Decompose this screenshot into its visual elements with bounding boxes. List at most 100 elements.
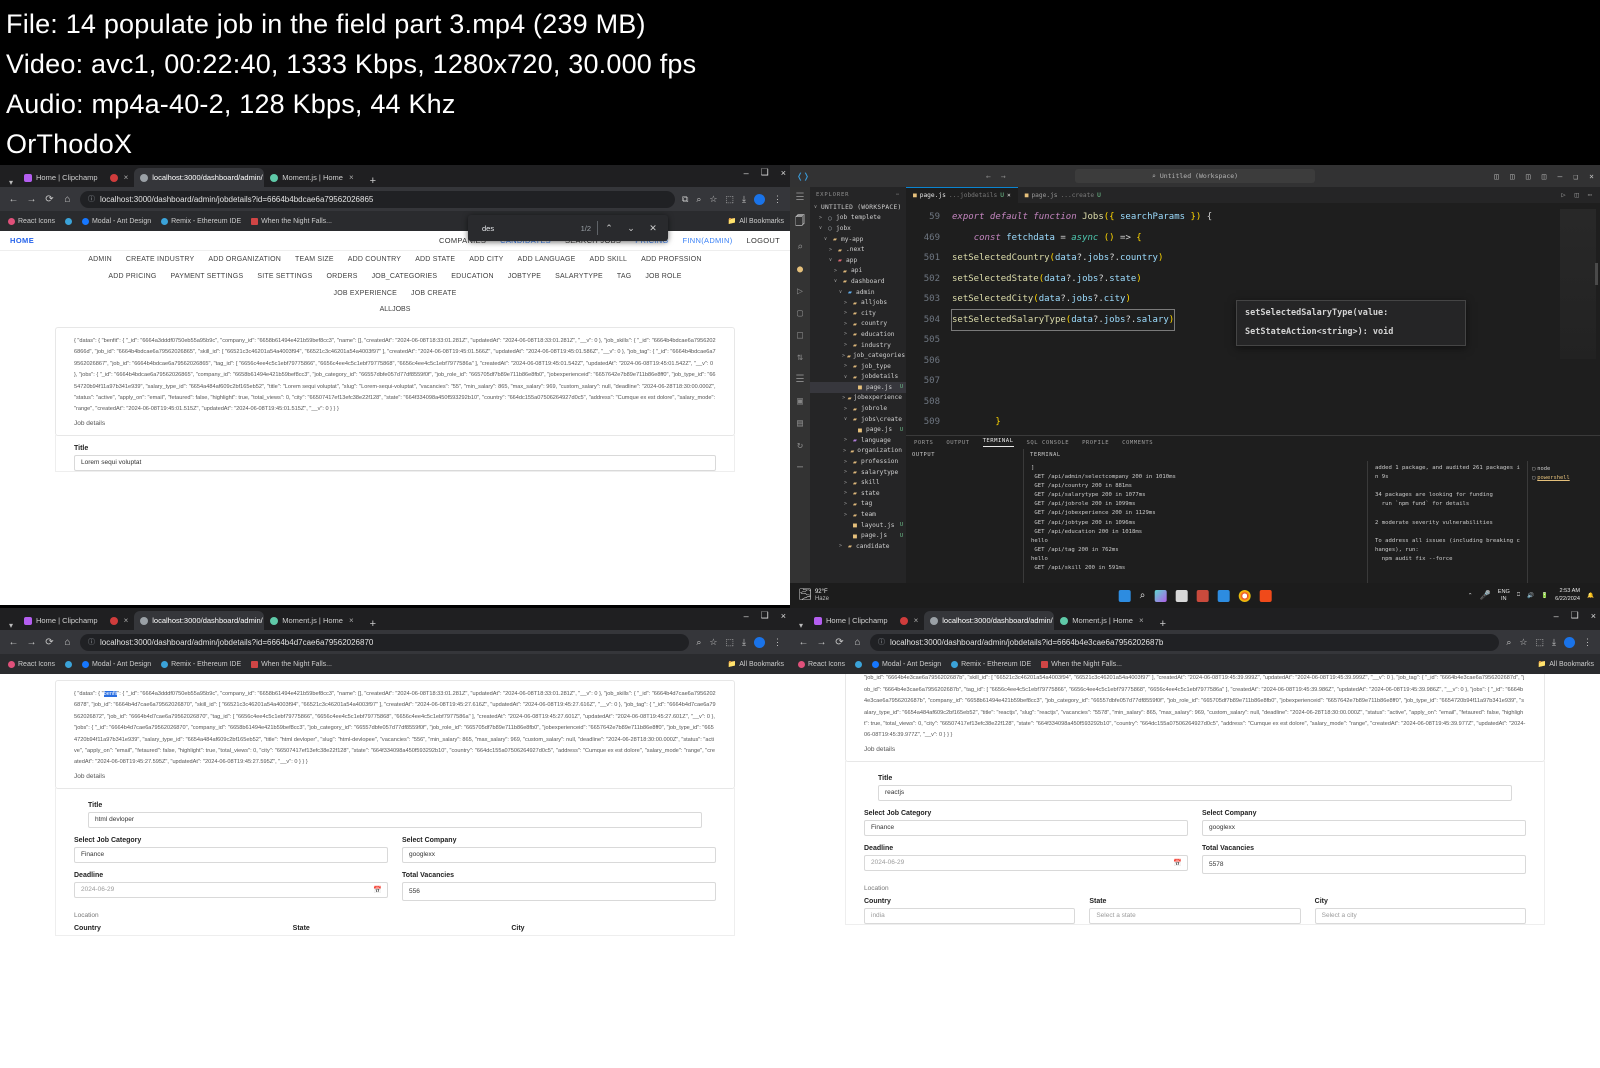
chevron-icon[interactable]: >: [842, 501, 849, 507]
file-tree-item-skill[interactable]: > ▰ skill: [810, 477, 906, 488]
new-tab-button[interactable]: +: [366, 175, 380, 187]
all-bookmarks-button[interactable]: 📁 All Bookmarks: [728, 217, 784, 226]
explorer-panel[interactable]: EXPLORER ⋯ ∨ UNTITLED (WORKSPACE) > ○ job te…: [810, 187, 906, 583]
panel-right-icon[interactable]: ◫: [1526, 172, 1531, 181]
chrome-icon[interactable]: [1238, 589, 1251, 602]
notification-bell-icon[interactable]: 🔔: [1587, 593, 1594, 599]
panel-tab-profile[interactable]: PROFILE: [1082, 440, 1109, 446]
file-tree-item-page-js[interactable]: ■ page.js U: [810, 530, 906, 541]
menu-icon[interactable]: ⋮: [1583, 637, 1592, 648]
file-tree-item-app[interactable]: ∨ ▰ app: [810, 255, 906, 266]
maximize-button[interactable]: ❑: [761, 610, 769, 621]
cast-icon[interactable]: ⬚: [726, 194, 735, 205]
copilot-icon[interactable]: [1154, 589, 1167, 602]
tab-momentjs[interactable]: Moment.js | Home ×: [264, 168, 359, 187]
new-tab-button[interactable]: +: [366, 618, 380, 630]
file-tree-item-untitled-workspace-[interactable]: ∨ UNTITLED (WORKSPACE): [810, 202, 906, 213]
file-tree-item-page-js[interactable]: ■ page.js U: [810, 424, 906, 435]
bookmark-react-icons[interactable]: React Icons: [8, 660, 55, 668]
panel-bottom-icon[interactable]: ◫: [1510, 172, 1515, 181]
file-tree-item-jobrole[interactable]: > ▰ jobrole: [810, 403, 906, 414]
app-top-nav[interactable]: HOME COMPANIES CANDIDATES SEARCH JOBS PR…: [0, 231, 790, 251]
menu-icon[interactable]: ⋮: [773, 194, 782, 205]
admin-nav-item-team-size[interactable]: TEAM SIZE: [295, 256, 334, 263]
download-icon[interactable]: ⤓: [742, 637, 746, 648]
find-next-icon[interactable]: ⌄: [620, 223, 642, 234]
editor-actions[interactable]: ▷ ◫ ⋯: [1561, 191, 1600, 199]
bottom-panel[interactable]: PORTS OUTPUT TERMINAL SQL CONSOLE PROFILE COM…: [906, 435, 1600, 583]
split-editor-icon[interactable]: ◫: [1575, 191, 1579, 199]
admin-nav-item-job-categories[interactable]: JOB_CATEGORIES: [372, 273, 438, 280]
profile-avatar[interactable]: [754, 193, 765, 205]
terminal-pane[interactable]: TERMINAL ] GET /api/admin/selectcompany …: [1024, 449, 1600, 583]
admin-nav-item-add-pricing[interactable]: ADD PRICING: [108, 273, 156, 280]
job-form[interactable]: Title Lorem sequi voluptat: [55, 434, 735, 472]
forward-icon[interactable]: →: [816, 637, 827, 648]
bookmark-modal-ant-design[interactable]: Modal - Ant Design: [871, 660, 941, 668]
windows-taskbar[interactable]: 🌫 92°F Haze ⌕ ⌃ 🎤 ENG IN ⎕ 🔊 🔋 2:53 AM 6…: [790, 583, 1600, 608]
download-icon[interactable]: ⤓: [742, 194, 746, 205]
file-tree-item-my-app[interactable]: ∨ ▰ my-app: [810, 234, 906, 245]
alljobs-link[interactable]: ALLJOBS: [0, 302, 790, 321]
find-prev-icon[interactable]: ⌃: [598, 223, 620, 234]
volume-icon[interactable]: 🔊: [1527, 593, 1534, 599]
close-button[interactable]: ×: [781, 611, 786, 621]
close-icon[interactable]: ×: [1007, 192, 1011, 199]
run-debug-icon[interactable]: ▷: [797, 286, 803, 297]
chevron-icon[interactable]: >: [842, 353, 845, 359]
admin-nav-item-add-skill[interactable]: ADD SKILL: [590, 256, 628, 263]
chevron-icon[interactable]: >: [842, 406, 849, 412]
panel-tab-bar[interactable]: PORTS OUTPUT TERMINAL SQL CONSOLE PROFILE COM…: [906, 436, 1600, 449]
location-row[interactable]: Country State City: [74, 925, 716, 935]
chevron-up-icon[interactable]: ⌃: [1468, 593, 1473, 599]
file-tree-item-job-categories[interactable]: > ▰ job_categories: [810, 350, 906, 361]
terminal-instance-powershell[interactable]: ▢ powershell: [1532, 475, 1596, 481]
zoom-icon[interactable]: ⌕: [696, 194, 701, 205]
omnibox-bar[interactable]: ← → ⟳ ⌂ ⓘ localhost:3000/dashboard/admin…: [0, 630, 790, 654]
tab-bar[interactable]: ▾ Home | Clipchamp × localhost:3000/dash…: [0, 165, 790, 187]
nav-logout[interactable]: LOGOUT: [747, 236, 780, 245]
bookmark-when-the-night-falls[interactable]: When the Night Falls...: [251, 660, 332, 668]
file-tree-item-job-type[interactable]: > ▰ job_type: [810, 361, 906, 372]
close-icon[interactable]: ×: [914, 616, 919, 625]
testing-icon[interactable]: □: [797, 330, 803, 341]
tab-localhost[interactable]: localhost:3000/dashboard/admin/ ×: [924, 611, 1055, 630]
browser-window-top-left[interactable]: ▾ Home | Clipchamp × localhost:3000/dash…: [0, 165, 790, 605]
admin-nav-item-salarytype[interactable]: SALARYTYPE: [555, 273, 603, 280]
close-icon[interactable]: ×: [124, 616, 129, 625]
code-line-502[interactable]: 502 setSelectedState(data?.jobs?.state): [906, 269, 1600, 290]
vscode-window[interactable]: ❬❭ ← → ⌕ Untitled (Workspace) ◫ ◫ ◫ ◫ – ❑…: [790, 165, 1600, 583]
tab-search-icon[interactable]: ▾: [4, 178, 18, 187]
forward-icon[interactable]: →: [26, 637, 37, 648]
bookmarks-bar[interactable]: React Icons Modal - Ant Design Remix - E…: [0, 654, 790, 674]
tab-bar[interactable]: ▾ Home | Clipchamp × localhost:3000/dash…: [790, 608, 1600, 630]
tab-momentjs[interactable]: Moment.js | Home ×: [264, 611, 359, 630]
close-button[interactable]: ×: [781, 168, 786, 178]
chevron-icon[interactable]: >: [842, 448, 847, 454]
calendar-icon[interactable]: 📅: [373, 886, 382, 894]
find-input[interactable]: des: [472, 224, 581, 233]
deadline-vacancies-row[interactable]: Deadline 2024-06-29 📅 Total Vacancies 556: [74, 872, 716, 901]
chevron-icon[interactable]: >: [842, 490, 849, 496]
admin-nav-row-2[interactable]: ADD PRICING PAYMENT SETTINGS SITE SETTINGS…: [0, 268, 790, 285]
bookmark-modal-ant-design[interactable]: Modal - Ant Design: [81, 660, 151, 668]
split-view-icon[interactable]: ⧉: [682, 194, 688, 205]
tab-search-icon[interactable]: ▾: [794, 621, 808, 630]
admin-nav-item-add-country[interactable]: ADD COUNTRY: [348, 256, 401, 263]
admin-nav-item-tag[interactable]: TAG: [617, 273, 631, 280]
file-tree-item-industry[interactable]: > ▰ industry: [810, 340, 906, 351]
job-category-select[interactable]: Finance: [74, 846, 388, 863]
window-controls[interactable]: – ❑ ×: [744, 610, 786, 621]
bookmark-star-icon[interactable]: ☆: [709, 194, 717, 205]
admin-nav-item-add-organization[interactable]: ADD ORGANIZATION: [208, 256, 281, 263]
search-icon[interactable]: ⌕: [1140, 590, 1146, 601]
code-line-469[interactable]: 469 const fetchdata = async () => {: [906, 228, 1600, 249]
home-icon[interactable]: ⌂: [62, 637, 73, 648]
bookmark-when-the-night-falls[interactable]: When the Night Falls...: [1041, 660, 1122, 668]
find-close-icon[interactable]: ✕: [642, 223, 664, 234]
chevron-icon[interactable]: >: [842, 395, 846, 401]
code-line-509[interactable]: 509 }: [906, 412, 1600, 433]
tab-momentjs[interactable]: Moment.js | Home ×: [1054, 611, 1149, 630]
chevron-icon[interactable]: ∨: [837, 289, 844, 295]
omnibox-actions[interactable]: ⌕ ☆ ⬚ ⤓ ⋮: [696, 636, 782, 648]
